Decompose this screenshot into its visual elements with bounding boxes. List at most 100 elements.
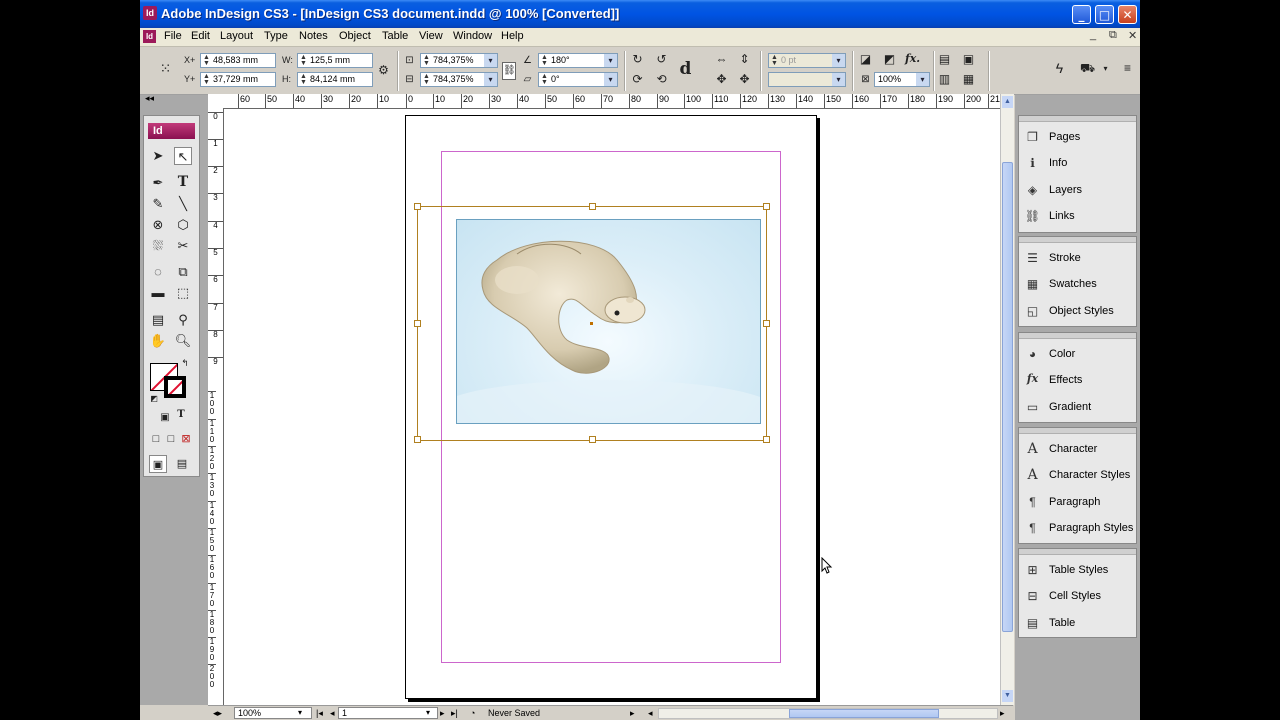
height-field[interactable]: ▲ ▼ 84,124 mm — [297, 72, 373, 87]
collapse-arrows-icon[interactable]: ◂◂ — [145, 93, 154, 104]
effects-fx-icon[interactable]: fx. — [905, 52, 920, 67]
stroke-type-field[interactable]: ▾ — [768, 72, 846, 87]
normal-view-icon[interactable]: ▣ — [149, 455, 167, 473]
chain-link-icon[interactable]: ⛓ — [502, 62, 516, 80]
scroll-up-icon[interactable]: ▲ — [1002, 96, 1013, 108]
scrollbar-thumb[interactable] — [1002, 162, 1013, 632]
minimize-button[interactable]: _ — [1072, 5, 1091, 24]
menu-window[interactable]: Window — [453, 30, 492, 42]
panel-swatches[interactable]: ▦ Swatches — [1022, 273, 1136, 295]
free-transform-tool-icon[interactable]: ⬚ — [174, 284, 192, 302]
pen-tool-icon[interactable]: ✒ — [149, 174, 167, 192]
vertical-ruler[interactable]: 0 1 2 3 4 5 6 7 8 9 1 0 0 1 1 0 1 2 0 1 … — [208, 108, 224, 705]
center-content-icon[interactable]: ▥ — [937, 72, 952, 87]
resize-handle[interactable] — [589, 436, 596, 443]
scroll-down-icon[interactable]: ▼ — [1002, 690, 1013, 702]
panel-grip[interactable] — [1019, 116, 1136, 122]
panel-table[interactable]: ▤ Table — [1022, 612, 1136, 634]
direct-selection-tool-icon[interactable]: ↖ — [174, 147, 192, 165]
bridge-icon[interactable]: ⛟ — [1080, 61, 1095, 76]
scroll-left-icon[interactable]: ◂ — [648, 707, 653, 719]
menu-view[interactable]: View — [419, 30, 443, 42]
page-dropdown-icon[interactable]: ▾ — [426, 707, 430, 719]
constrain-proportions-icon[interactable]: ⚙ — [376, 63, 391, 78]
shear-field[interactable]: ▲ ▼ 0° ▾ — [538, 72, 618, 87]
panel-effects[interactable]: fx Effects — [1022, 369, 1136, 391]
menu-help[interactable]: Help — [501, 30, 524, 42]
panel-stroke[interactable]: ☰ Stroke — [1022, 247, 1136, 269]
panel-character[interactable]: A Character — [1022, 438, 1136, 460]
panel-pages[interactable]: ❐ Pages — [1022, 126, 1136, 148]
fit-frame-icon[interactable]: ▣ — [961, 52, 976, 67]
opacity-field[interactable]: 100% ▾ — [874, 72, 930, 87]
panel-character-styles[interactable]: A Character Styles — [1022, 464, 1136, 486]
prev-page-icon[interactable]: ◂ — [330, 707, 335, 719]
formatting-text-icon[interactable]: T — [172, 409, 190, 427]
polygon-tool-icon[interactable]: ⬡ — [174, 216, 192, 234]
select-next-icon[interactable]: ✥ — [737, 72, 752, 87]
quick-apply-icon[interactable]: ϟ — [1052, 61, 1067, 76]
document-canvas[interactable] — [224, 109, 1000, 705]
page-number-field[interactable]: 1 — [338, 707, 438, 719]
document-icon[interactable]: Id — [143, 30, 156, 43]
stroke-weight-field[interactable]: ▲ ▼ 0 pt ▾ — [768, 53, 846, 68]
resize-handle[interactable] — [414, 436, 421, 443]
panel-info[interactable]: ℹ Info — [1022, 152, 1136, 174]
scale-x-field[interactable]: ▲ ▼ 784,375% ▾ — [420, 53, 498, 68]
resize-handle[interactable] — [763, 203, 770, 210]
eyedropper-tool-icon[interactable]: ⚲ — [174, 311, 192, 329]
rotate-tool-icon[interactable]: ◌ — [149, 263, 167, 281]
scrollbar-thumb[interactable] — [789, 709, 939, 718]
y-position-field[interactable]: ▲ ▼ 37,729 mm — [200, 72, 276, 87]
graphic-frame-selection[interactable] — [414, 203, 770, 443]
select-container-icon[interactable]: ⟳ — [630, 72, 645, 87]
close-button[interactable]: ✕ — [1118, 5, 1137, 24]
doc-minimize-button[interactable]: _ — [1090, 29, 1096, 41]
ruler-origin[interactable] — [208, 94, 227, 109]
panel-color[interactable]: ◕ Color — [1022, 343, 1136, 365]
shadow-icon[interactable]: ◩ — [882, 52, 897, 67]
panel-paragraph[interactable]: ¶ Paragraph — [1022, 491, 1136, 513]
resize-handle[interactable] — [763, 436, 770, 443]
preview-mode-icon[interactable]: ▤ — [173, 455, 191, 473]
hand-tool-icon[interactable]: ✋ — [149, 332, 167, 350]
panel-cell-styles[interactable]: ⊟ Cell Styles — [1022, 585, 1136, 607]
menu-notes[interactable]: Notes — [299, 30, 328, 42]
selection-tool-icon[interactable]: ➤ — [149, 147, 167, 165]
first-page-icon[interactable]: |◂ — [316, 707, 323, 719]
vertical-scrollbar[interactable]: ▲ ▼ — [1000, 94, 1014, 705]
rotation-field[interactable]: ▲ ▼ 180° ▾ — [538, 53, 618, 68]
rotate-counterclockwise-icon[interactable]: ↺ — [654, 52, 669, 67]
flip-vertical-icon[interactable]: ⇕ — [737, 52, 752, 67]
panel-grip[interactable] — [1019, 237, 1136, 243]
resize-handle[interactable] — [414, 203, 421, 210]
button-tool-icon[interactable]: ⛆ — [149, 237, 167, 255]
dropdown-arrow-icon[interactable]: ▾ — [1098, 61, 1113, 76]
resize-handle[interactable] — [414, 320, 421, 327]
panel-paragraph-styles[interactable]: ¶ Paragraph Styles — [1022, 517, 1136, 539]
panel-grip[interactable] — [1019, 549, 1136, 555]
horizontal-scrollbar[interactable] — [658, 708, 998, 719]
menu-layout[interactable]: Layout — [220, 30, 253, 42]
stroke-swatch-icon[interactable] — [164, 376, 186, 398]
maximize-button[interactable]: □ — [1095, 5, 1114, 24]
resize-handle[interactable] — [763, 320, 770, 327]
panel-object-styles[interactable]: ◱ Object Styles — [1022, 300, 1136, 322]
resize-handle[interactable] — [589, 203, 596, 210]
panel-grip[interactable] — [1019, 428, 1136, 434]
menu-file[interactable]: File — [164, 30, 182, 42]
scroll-right-icon[interactable]: ▸ — [1000, 707, 1005, 719]
select-previous-icon[interactable]: ✥ — [714, 72, 729, 87]
select-content-icon[interactable]: ⟲ — [654, 72, 669, 87]
fill-frame-icon[interactable]: ▦ — [961, 72, 976, 87]
swap-fill-stroke-icon[interactable]: ↰ — [180, 358, 190, 368]
drop-shadow-icon[interactable]: ◪ — [858, 52, 873, 67]
menu-edit[interactable]: Edit — [191, 30, 210, 42]
menu-type[interactable]: Type — [264, 30, 288, 42]
note-tool-icon[interactable]: ▤ — [149, 311, 167, 329]
rectangle-frame-tool-icon[interactable]: ⊗ — [149, 216, 167, 234]
next-page-icon[interactable]: ▸ — [440, 707, 445, 719]
type-tool-icon[interactable]: T — [174, 174, 192, 192]
last-page-icon[interactable]: ▸| — [451, 707, 458, 719]
x-position-field[interactable]: ▲ ▼ 48,583 mm — [200, 53, 276, 68]
